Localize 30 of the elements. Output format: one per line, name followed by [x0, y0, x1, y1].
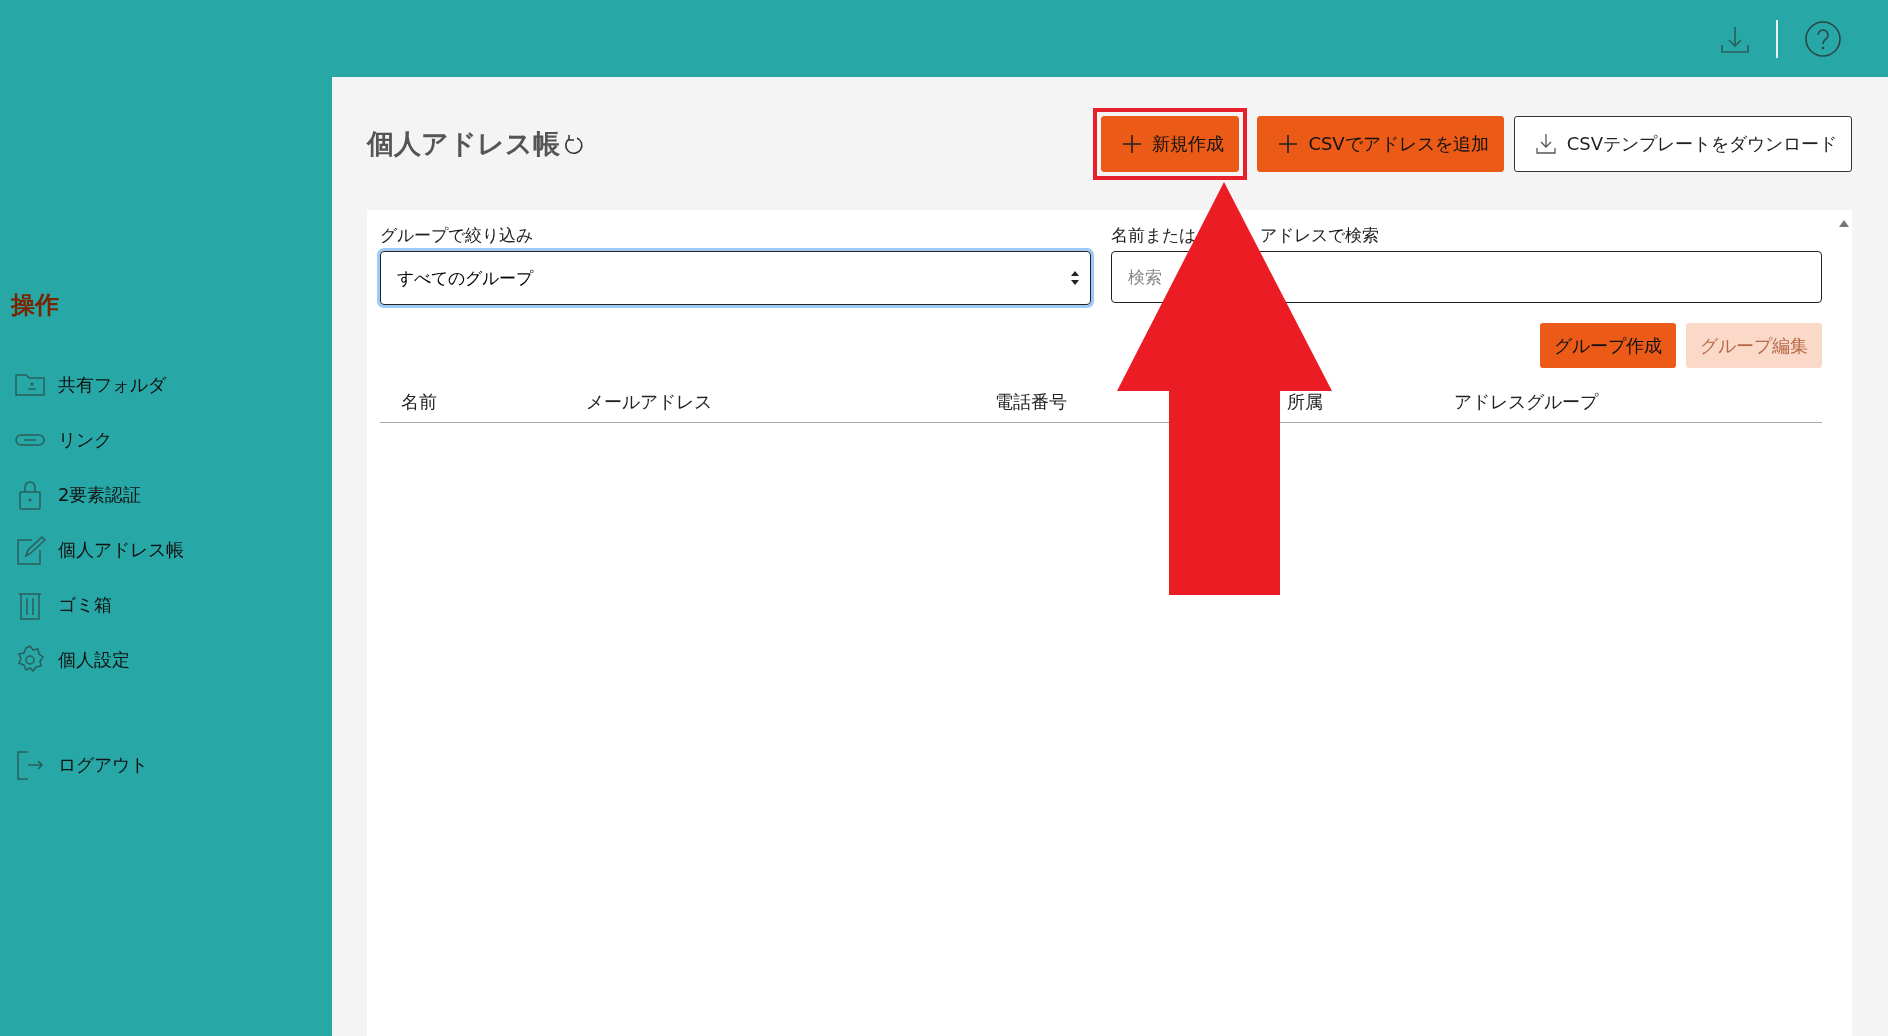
help-icon[interactable]	[1804, 19, 1842, 58]
sort-caret-icon	[1070, 269, 1080, 287]
sidebar-item[interactable]: 個人アドレス帳	[0, 522, 332, 577]
sidebar-item[interactable]: ゴミ箱	[0, 577, 332, 632]
group-select[interactable]: すべてのグループ	[380, 251, 1091, 305]
plus-icon	[1122, 133, 1143, 154]
sidebar-item[interactable]: 共有フォルダ	[0, 357, 332, 412]
sidebar-item[interactable]: 個人設定	[0, 632, 332, 687]
action-button[interactable]: 新規作成	[1101, 115, 1240, 172]
page-title: 個人アドレス帳	[367, 125, 586, 162]
field-label: アドレスで検索	[1260, 224, 1379, 247]
action-button[interactable]: CSVテンプレートをダウンロード	[1513, 115, 1852, 172]
plus-icon	[1278, 133, 1299, 154]
column-header: 名前	[400, 390, 438, 414]
logout-item[interactable]: ログアウト	[0, 737, 332, 792]
download-icon	[1534, 132, 1557, 155]
sidebar-heading: 操作	[9, 290, 60, 321]
column-header: メールアドレス	[585, 390, 713, 414]
action-button[interactable]: CSVでアドレスを追加	[1257, 115, 1504, 172]
column-header: 所属	[1286, 390, 1324, 414]
sidebar-item[interactable]: 2要素認証	[0, 467, 332, 522]
logout-icon	[14, 748, 46, 781]
sidebar-item[interactable]: リンク	[0, 412, 332, 467]
scroll-up-icon[interactable]	[1838, 218, 1850, 228]
column-header: 電話番号	[994, 390, 1068, 414]
field-label: 名前または	[1111, 224, 1196, 247]
column-header: アドレスグループ	[1453, 390, 1600, 414]
group-button[interactable]: グループ作成	[1540, 323, 1676, 368]
edit-icon	[14, 533, 46, 566]
field-label: グループで絞り込み	[380, 224, 534, 247]
